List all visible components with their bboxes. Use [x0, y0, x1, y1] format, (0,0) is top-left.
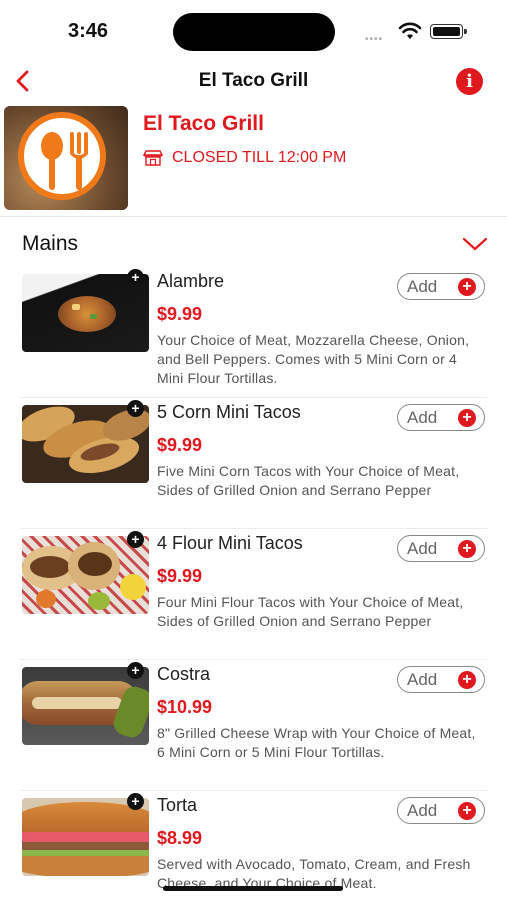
menu-item[interactable]: + Torta $8.99 Served with Avocado, Tomat… [0, 791, 507, 922]
item-name: Costra [157, 664, 211, 684]
item-price: $9.99 [157, 566, 203, 586]
item-price: $8.99 [157, 828, 203, 848]
info-icon[interactable]: i [456, 68, 483, 95]
add-button-label: Add [407, 801, 438, 820]
signal-dots-icon: •••• [365, 34, 384, 45]
item-name: 5 Corn Mini Tacos [157, 402, 301, 422]
plus-circle-icon: + [458, 278, 476, 296]
add-button-label: Add [407, 408, 438, 427]
add-button[interactable]: Add + [397, 535, 485, 562]
plus-circle-icon: + [458, 671, 476, 689]
section-header-mains[interactable]: Mains [0, 222, 507, 266]
item-description: Four Mini Flour Tacos with Your Choice o… [157, 594, 464, 629]
item-photo [22, 405, 149, 483]
menu-item[interactable]: + 5 Corn Mini Tacos $9.99 Five Mini Corn… [0, 398, 507, 529]
add-button[interactable]: Add + [397, 404, 485, 431]
wifi-icon [398, 22, 422, 39]
section-title: Mains [22, 232, 79, 255]
restaurant-header: El Taco Grill CLOSED TILL 12:00 PM [0, 104, 507, 217]
item-photo [22, 536, 149, 614]
plus-circle-icon: + [458, 802, 476, 820]
item-name: 4 Flour Mini Tacos [157, 533, 303, 553]
store-icon [143, 150, 163, 166]
status-bar: 3:46 •••• [0, 0, 507, 62]
item-price: $10.99 [157, 697, 213, 717]
battery-icon [430, 24, 467, 39]
item-plus-badge-icon: + [127, 400, 144, 417]
item-photo [22, 798, 149, 876]
item-plus-badge-icon: + [127, 269, 144, 286]
menu-item[interactable]: + Costra $10.99 8" Grilled Cheese Wrap w… [0, 660, 507, 791]
restaurant-name: El Taco Grill [143, 112, 264, 135]
item-name: Torta [157, 795, 198, 815]
item-photo [22, 274, 149, 352]
add-button-label: Add [407, 277, 438, 296]
chevron-down-icon[interactable] [462, 236, 488, 252]
plus-circle-icon: + [458, 409, 476, 427]
item-plus-badge-icon: + [127, 531, 144, 548]
add-button[interactable]: Add + [397, 666, 485, 693]
add-button[interactable]: Add + [397, 797, 485, 824]
status-time: 3:46 [68, 20, 109, 42]
nav-title: El Taco Grill [198, 70, 309, 91]
plus-circle-icon: + [458, 540, 476, 558]
item-description: Your Choice of Meat, Mozzarella Cheese, … [157, 332, 470, 386]
dynamic-island [173, 13, 335, 51]
utensils-icon [41, 132, 88, 190]
menu-item[interactable]: + 4 Flour Mini Tacos $9.99 Four Mini Flo… [0, 529, 507, 660]
store-status: CLOSED TILL 12:00 PM [143, 149, 346, 167]
item-description: Five Mini Corn Tacos with Your Choice of… [157, 463, 460, 498]
home-indicator [163, 886, 343, 891]
restaurant-logo [4, 106, 128, 210]
item-plus-badge-icon: + [127, 662, 144, 679]
add-button-label: Add [407, 539, 438, 558]
store-status-text: CLOSED TILL 12:00 PM [172, 149, 347, 166]
nav-bar: El Taco Grill i [0, 62, 507, 102]
item-photo [22, 667, 149, 745]
item-price: $9.99 [157, 435, 203, 455]
item-price: $9.99 [157, 304, 203, 324]
item-name: Alambre [157, 271, 225, 291]
add-button-label: Add [407, 670, 438, 689]
item-plus-badge-icon: + [127, 793, 144, 810]
add-button[interactable]: Add + [397, 273, 485, 300]
menu-item[interactable]: + Alambre $9.99 Your Choice of Meat, Moz… [0, 267, 507, 398]
item-description: 8" Grilled Cheese Wrap with Your Choice … [157, 725, 476, 760]
